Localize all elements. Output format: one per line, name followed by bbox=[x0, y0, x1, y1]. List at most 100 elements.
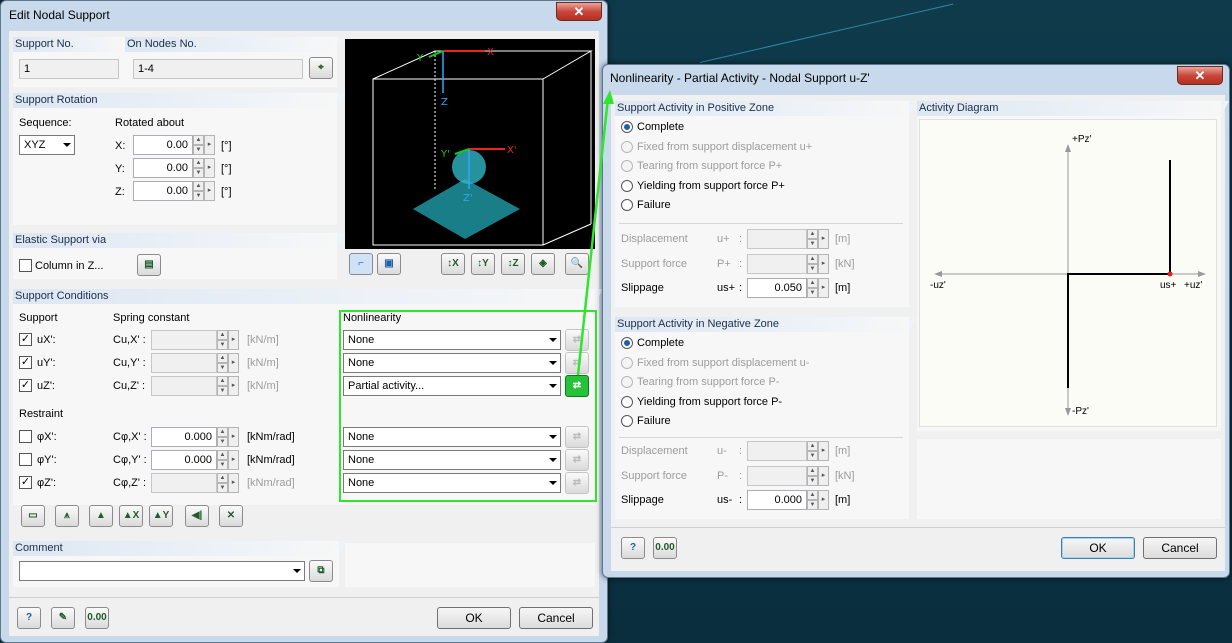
rot-unit: [°] bbox=[221, 186, 232, 198]
support-x-icon[interactable]: ▲X bbox=[119, 505, 143, 527]
chevron-down-icon bbox=[63, 143, 71, 147]
support-spring-spinner[interactable]: ▲ ▼ ▸ bbox=[217, 353, 239, 373]
support-wall-icon[interactable]: ◀| bbox=[185, 505, 209, 527]
positive-row-spinner[interactable]: ▲ ▼ ▸ bbox=[807, 253, 829, 274]
support-no-field[interactable]: 1 bbox=[19, 59, 119, 79]
restraint-spring-spinner[interactable]: ▲ ▼ ▸ bbox=[217, 473, 239, 493]
negative-option-label: Failure bbox=[637, 415, 671, 427]
nonlin-close-button[interactable]: ✕ bbox=[1177, 66, 1223, 85]
negative-option-radio[interactable] bbox=[621, 415, 633, 427]
restraint-spring-spinner[interactable]: ▲ ▼ ▸ bbox=[217, 427, 239, 447]
support-checkbox[interactable]: ✓ bbox=[19, 333, 32, 346]
view-y-icon[interactable]: ↕Y bbox=[471, 253, 495, 275]
nonlin-ok-button[interactable]: OK bbox=[1061, 537, 1135, 559]
positive-option-radio[interactable] bbox=[621, 199, 633, 211]
negative-row-spinner[interactable]: ▲ ▼ ▸ bbox=[807, 465, 829, 486]
support-spring-field[interactable] bbox=[151, 353, 217, 373]
view-x-icon[interactable]: ↕X bbox=[441, 253, 465, 275]
nonlin-cancel-button[interactable]: Cancel bbox=[1143, 537, 1217, 559]
negative-option-radio[interactable] bbox=[621, 356, 633, 369]
sequence-label: Sequence: bbox=[19, 117, 72, 129]
negative-option-radio[interactable] bbox=[621, 376, 633, 388]
restraint-checkbox[interactable]: ✓ bbox=[19, 476, 32, 489]
rot-x-field[interactable]: 0.00 bbox=[133, 135, 193, 155]
units-icon[interactable]: 0.00 bbox=[85, 607, 109, 629]
column-in-z-checkbox[interactable] bbox=[19, 259, 32, 272]
sequence-select[interactable]: XYZ bbox=[19, 135, 75, 155]
support-y-icon[interactable]: ▲Y bbox=[149, 505, 173, 527]
positive-option-label: Failure bbox=[637, 199, 671, 211]
preview-axis-z-local: Z' bbox=[463, 193, 473, 204]
view-axes-icon[interactable]: ⌐ bbox=[349, 253, 373, 275]
support-spring-field[interactable] bbox=[151, 330, 217, 350]
positive-option-radio[interactable] bbox=[621, 160, 633, 172]
positive-row-unit: [m] bbox=[835, 282, 851, 294]
rot-y-spinner[interactable]: ▲ ▼ ▸ bbox=[193, 158, 215, 178]
nonlin-units-icon[interactable]: 0.00 bbox=[653, 537, 677, 559]
restraint-checkbox[interactable] bbox=[19, 430, 32, 443]
preview-axis-y-local: Y' bbox=[440, 149, 450, 160]
pz-pos-label: +Pz' bbox=[1072, 134, 1092, 145]
restraint-spring-field[interactable] bbox=[151, 473, 217, 493]
zoom-icon[interactable]: 🔍 bbox=[565, 253, 589, 275]
support-spring-spinner[interactable]: ▲ ▼ ▸ bbox=[217, 330, 239, 350]
support-checkbox[interactable]: ✓ bbox=[19, 356, 32, 369]
restraint-checkbox[interactable] bbox=[19, 453, 32, 466]
restraint-spring-label: Cφ,Z' : bbox=[113, 477, 147, 489]
support-checkbox[interactable]: ✓ bbox=[19, 379, 32, 392]
support-fixed-icon[interactable]: ▲ bbox=[89, 505, 113, 527]
support-spring-label: Cu,Y' : bbox=[113, 357, 146, 369]
cancel-button[interactable]: Cancel bbox=[519, 607, 593, 629]
negative-option-radio[interactable] bbox=[621, 337, 633, 349]
positive-option-radio[interactable] bbox=[621, 179, 633, 192]
positive-zone-group: Support Activity in Positive Zone Comple… bbox=[615, 101, 917, 307]
restraint-unit: [kNm/rad] bbox=[247, 431, 295, 443]
view-iso-icon[interactable]: ◈ bbox=[531, 253, 555, 275]
restraint-spring-field[interactable]: 0.000 bbox=[151, 450, 217, 470]
negative-row-field[interactable] bbox=[747, 465, 807, 486]
rot-z-field[interactable]: 0.00 bbox=[133, 181, 193, 201]
support-hinged-2-icon[interactable]: ⩚ bbox=[55, 505, 79, 527]
rot-x-spinner[interactable]: ▲ ▼ ▸ bbox=[193, 135, 215, 155]
help-icon[interactable]: ? bbox=[17, 607, 41, 629]
negative-row-spinner[interactable]: ▲ ▼ ▸ bbox=[807, 441, 829, 461]
view-render-icon[interactable]: ▣ bbox=[377, 253, 401, 275]
nonlin-help-icon[interactable]: ? bbox=[621, 537, 645, 559]
edit-column-icon[interactable]: ▤ bbox=[137, 254, 161, 276]
positive-row-field[interactable] bbox=[747, 229, 807, 249]
sequence-value: XYZ bbox=[24, 139, 46, 151]
positive-option-radio[interactable] bbox=[621, 121, 633, 133]
rot-z-spinner[interactable]: ▲ ▼ ▸ bbox=[193, 181, 215, 201]
support-unit: [kN/m] bbox=[247, 357, 279, 369]
negative-row-field[interactable]: 0.000 bbox=[747, 490, 807, 510]
positive-row-spinner[interactable]: ▲ ▼ ▸ bbox=[807, 278, 829, 298]
positive-row-field[interactable]: 0.050 bbox=[747, 278, 807, 298]
support-spring-label: Cu,X' : bbox=[113, 334, 146, 346]
support-unit: [kN/m] bbox=[247, 380, 279, 392]
support-spring-field[interactable] bbox=[151, 376, 217, 396]
restraint-spring-spinner[interactable]: ▲ ▼ ▸ bbox=[217, 450, 239, 470]
ok-button[interactable]: OK bbox=[437, 607, 511, 629]
comment-input[interactable] bbox=[19, 561, 305, 581]
restraint-spring-field[interactable]: 0.000 bbox=[151, 427, 217, 447]
support-hinged-icon[interactable]: ▭ bbox=[21, 505, 45, 527]
spring-constant-label: Spring constant bbox=[113, 312, 190, 324]
view-z-icon[interactable]: ↕Z bbox=[501, 253, 525, 275]
support-spring-spinner[interactable]: ▲ ▼ ▸ bbox=[217, 376, 239, 396]
pick-nodes-icon[interactable]: ⌖ bbox=[309, 57, 333, 79]
negative-row-field[interactable] bbox=[747, 441, 807, 461]
edit-icon[interactable]: ✎ bbox=[51, 607, 75, 629]
rot-y-field[interactable]: 0.00 bbox=[133, 158, 193, 178]
preview-axis-x: X bbox=[487, 47, 494, 58]
positive-option-radio[interactable] bbox=[621, 140, 633, 153]
on-nodes-field[interactable]: 1-4 bbox=[133, 59, 303, 79]
positive-row-field[interactable] bbox=[747, 253, 807, 274]
positive-row-spinner[interactable]: ▲ ▼ ▸ bbox=[807, 229, 829, 249]
nonlinearity-dialog: Nonlinearity - Partial Activity - Nodal … bbox=[602, 64, 1230, 578]
negative-row-label: Slippage bbox=[621, 494, 664, 506]
comment-library-icon[interactable]: ⧉ bbox=[309, 560, 333, 582]
negative-row-spinner[interactable]: ▲ ▼ ▸ bbox=[807, 490, 829, 510]
close-button[interactable]: ✕ bbox=[556, 2, 602, 21]
support-free-icon[interactable]: ✕ bbox=[219, 505, 243, 527]
negative-option-radio[interactable] bbox=[621, 395, 633, 408]
